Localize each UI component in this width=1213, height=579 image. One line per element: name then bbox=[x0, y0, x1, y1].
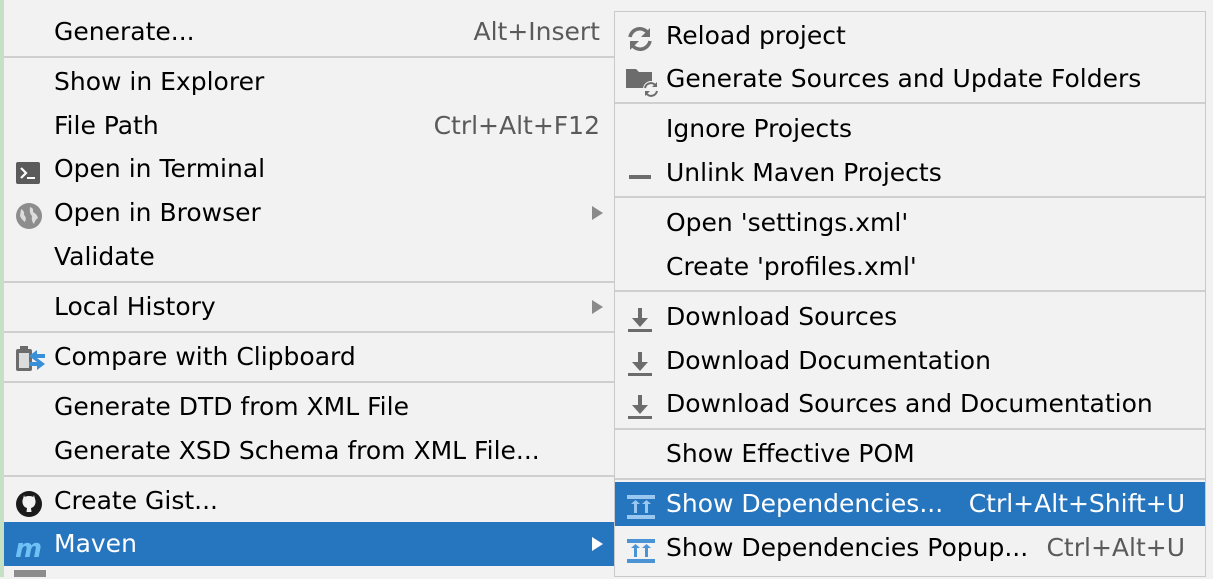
menu-item-label: Generate XSD Schema from XML File... bbox=[54, 436, 540, 465]
separator bbox=[4, 331, 614, 333]
menu-item-maven[interactable]: m Maven bbox=[4, 522, 614, 566]
menu-item-unlink-maven-projects[interactable]: Unlink Maven Projects bbox=[615, 151, 1205, 195]
menu-item-file-path[interactable]: File Path Ctrl+Alt+F12 bbox=[4, 104, 614, 148]
separator bbox=[615, 478, 1205, 480]
separator bbox=[4, 475, 614, 477]
menu-item-shortcut: Alt+Insert bbox=[473, 17, 600, 46]
menu-item-show-effective-pom[interactable]: Show Effective POM bbox=[615, 432, 1205, 476]
menu-item-label: Create 'profiles.xml' bbox=[666, 252, 917, 281]
folder-sync-icon bbox=[626, 66, 659, 97]
menu-item-label: Open 'settings.xml' bbox=[666, 208, 909, 237]
menu-item-open-in-browser[interactable]: Open in Browser bbox=[4, 191, 614, 235]
reload-icon bbox=[626, 23, 654, 51]
menu-item-ignore-projects[interactable]: Ignore Projects bbox=[615, 107, 1205, 151]
menu-item-shortcut: Ctrl+Alt+F12 bbox=[433, 111, 600, 140]
menu-item-show-in-explorer[interactable]: Show in Explorer bbox=[4, 60, 614, 104]
menu-item-label: Generate DTD from XML File bbox=[54, 392, 409, 421]
separator bbox=[615, 196, 1205, 198]
submenu-arrow-icon bbox=[592, 537, 603, 551]
compare-clipboard-icon bbox=[15, 344, 45, 371]
svg-text:m: m bbox=[15, 535, 42, 561]
dependencies-icon bbox=[626, 491, 655, 519]
menu-item-open-in-terminal[interactable]: Open in Terminal bbox=[4, 147, 614, 191]
menu-item-label: Download Sources and Documentation bbox=[666, 389, 1153, 418]
menu-item-download-sources-and-documentation[interactable]: Download Sources and Documentation bbox=[615, 382, 1205, 426]
separator bbox=[4, 281, 614, 283]
menu-item-label: Show in Explorer bbox=[54, 67, 265, 96]
menu-item-download-documentation[interactable]: Download Documentation bbox=[615, 339, 1205, 383]
minus-icon bbox=[626, 160, 654, 186]
menu-item-label: Download Documentation bbox=[666, 346, 991, 375]
menu-item-label: Create Gist... bbox=[54, 486, 219, 515]
menu-item-label: Validate bbox=[54, 242, 155, 271]
menu-item-label: Unlink Maven Projects bbox=[666, 158, 942, 187]
menu-item-label: Compare with Clipboard bbox=[54, 342, 356, 371]
menu-item-create-profiles-xml[interactable]: Create 'profiles.xml' bbox=[615, 245, 1205, 289]
menu-item-generate[interactable]: Generate... Alt+Insert bbox=[4, 10, 614, 54]
menu-item-show-dependencies[interactable]: Show Dependencies... Ctrl+Alt+Shift+U bbox=[615, 482, 1205, 526]
menu-item-reload-project[interactable]: Reload project bbox=[615, 14, 1205, 58]
menu-item-label: Open in Browser bbox=[54, 198, 261, 227]
partial-icon bbox=[14, 570, 46, 577]
menu-item-label: File Path bbox=[54, 111, 159, 140]
menu-item-label: Show Dependencies... bbox=[666, 489, 944, 518]
menu-item-open-settings-xml[interactable]: Open 'settings.xml' bbox=[615, 201, 1205, 245]
submenu-arrow-icon bbox=[592, 300, 603, 314]
menu-item-label: Generate... bbox=[54, 17, 195, 46]
download-icon bbox=[626, 304, 654, 332]
menu-item-generate-dtd[interactable]: Generate DTD from XML File bbox=[4, 385, 614, 429]
separator bbox=[615, 290, 1205, 292]
menu-item-shortcut: Ctrl+Alt+U bbox=[1046, 533, 1185, 562]
menu-item-label: Maven bbox=[54, 529, 137, 558]
menu-item-shortcut: Ctrl+Alt+Shift+U bbox=[968, 489, 1185, 518]
globe-icon bbox=[15, 200, 43, 229]
context-menu: Generate... Alt+Insert Show in Explorer … bbox=[0, 0, 614, 577]
menu-item-show-dependencies-popup[interactable]: Show Dependencies Popup... Ctrl+Alt+U bbox=[615, 526, 1205, 570]
github-icon bbox=[15, 488, 43, 517]
menu-item-validate[interactable]: Validate bbox=[4, 235, 614, 279]
menu-item-create-gist[interactable]: Create Gist... bbox=[4, 479, 614, 523]
menu-item-label: Local History bbox=[54, 292, 216, 321]
menu-item-label: Generate Sources and Update Folders bbox=[666, 64, 1142, 93]
menu-item-label: Ignore Projects bbox=[666, 114, 852, 143]
separator bbox=[615, 428, 1205, 430]
dependencies-icon bbox=[626, 535, 655, 563]
submenu-arrow-icon bbox=[592, 206, 603, 220]
download-icon bbox=[626, 348, 654, 376]
menu-item-label: Download Sources bbox=[666, 302, 898, 331]
menu-item-label: Show Effective POM bbox=[666, 439, 915, 468]
terminal-icon bbox=[15, 156, 43, 184]
menu-item-compare-with-clipboard[interactable]: Compare with Clipboard bbox=[4, 335, 614, 379]
separator bbox=[4, 381, 614, 383]
menu-item-label: Open in Terminal bbox=[54, 154, 266, 183]
menu-item-label: Reload project bbox=[666, 21, 846, 50]
menu-item-label: Show Dependencies Popup... bbox=[666, 533, 1029, 562]
menu-item-local-history[interactable]: Local History bbox=[4, 285, 614, 329]
menu-item-generate-sources[interactable]: Generate Sources and Update Folders bbox=[615, 57, 1205, 101]
separator bbox=[4, 56, 614, 58]
separator bbox=[615, 102, 1205, 104]
menu-item-download-sources[interactable]: Download Sources bbox=[615, 295, 1205, 339]
maven-submenu: Reload project Generate Sources and Upda… bbox=[614, 11, 1206, 577]
download-icon bbox=[626, 391, 654, 419]
menu-item-generate-xsd[interactable]: Generate XSD Schema from XML File... bbox=[4, 429, 614, 473]
maven-icon: m bbox=[15, 531, 43, 564]
